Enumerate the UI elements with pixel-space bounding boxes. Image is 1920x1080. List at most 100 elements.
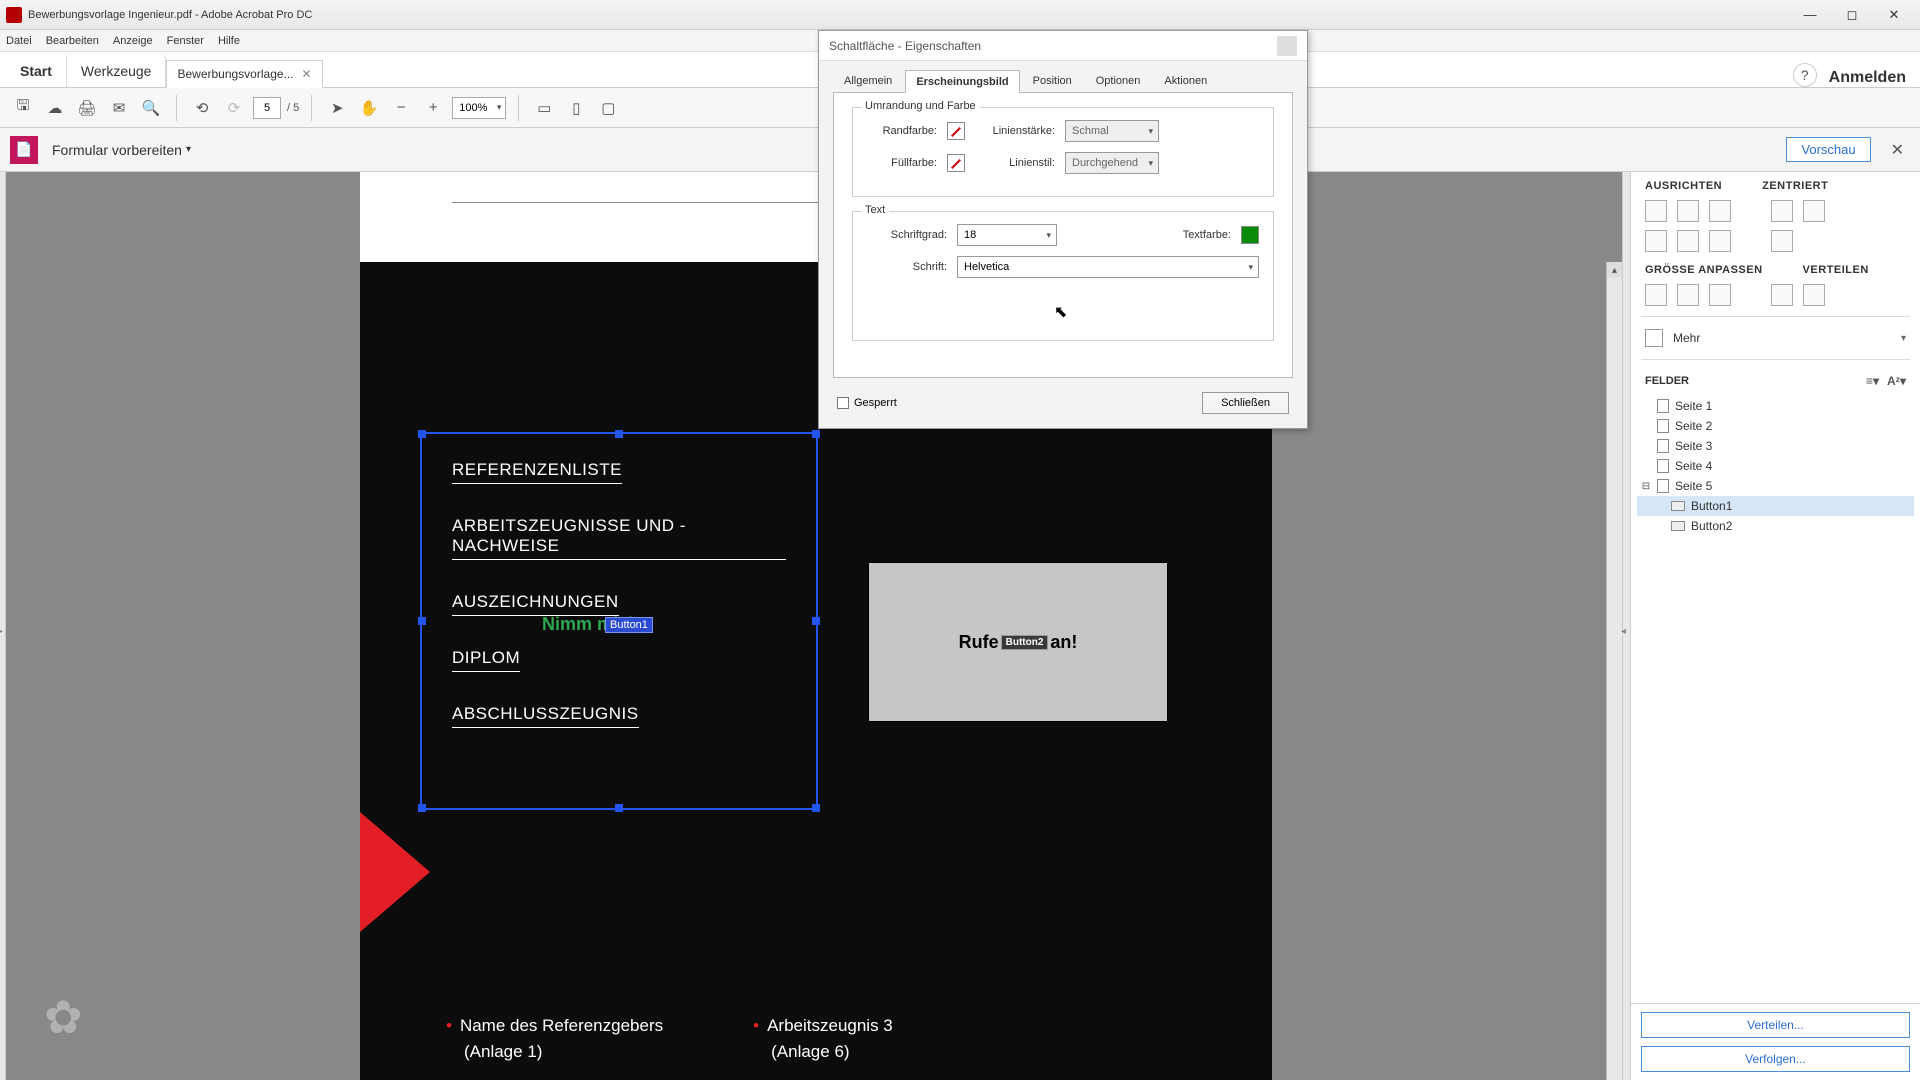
save-icon[interactable]: 🖫: [10, 95, 36, 121]
menu-fenster[interactable]: Fenster: [167, 35, 204, 47]
fit-width-icon[interactable]: ▭: [531, 95, 557, 121]
tree-page[interactable]: ⊟Seite 5: [1637, 476, 1914, 496]
resize-handle[interactable]: [812, 617, 820, 625]
sort-az-icon[interactable]: Aᶻ▾: [1887, 374, 1906, 388]
right-nav-toggle[interactable]: [1622, 172, 1630, 1080]
button2-caption-pre: Rufe: [959, 632, 999, 653]
fit-page-icon[interactable]: ▯: [563, 95, 589, 121]
dialog-close-icon[interactable]: [1277, 36, 1297, 56]
select-tool-icon[interactable]: ➤: [324, 95, 350, 121]
resize-handle[interactable]: [418, 804, 426, 812]
page-total: / 5: [287, 102, 299, 114]
page-down-icon[interactable]: ⟳: [221, 95, 247, 121]
zoom-combo[interactable]: 100%: [452, 97, 506, 119]
tab-erscheinungsbild[interactable]: Erscheinungsbild: [905, 70, 1019, 93]
align-top-icon[interactable]: [1645, 230, 1667, 252]
preview-button[interactable]: Vorschau: [1786, 137, 1870, 162]
center-both-icon[interactable]: [1771, 230, 1793, 252]
fieldset-text: Text Schriftgrad: 18 Textfarbe: Schrift:…: [852, 211, 1274, 341]
dialog-title: Schaltfläche - Eigenschaften: [829, 39, 981, 53]
match-height-icon[interactable]: [1677, 284, 1699, 306]
line-thickness-combo[interactable]: Schmal: [1065, 120, 1159, 142]
app-icon: [6, 7, 22, 23]
dialog-title-bar[interactable]: Schaltfläche - Eigenschaften: [819, 31, 1307, 61]
align-left-icon[interactable]: [1645, 200, 1667, 222]
fit-visible-icon[interactable]: ▢: [595, 95, 621, 121]
list-item: ARBEITSZEUGNISSE UND -NACHWEISE: [452, 516, 786, 560]
text-color-swatch[interactable]: [1241, 226, 1259, 244]
print-icon[interactable]: 🖨: [74, 95, 100, 121]
cloud-icon[interactable]: ☁: [42, 95, 68, 121]
menu-hilfe[interactable]: Hilfe: [218, 35, 240, 47]
page-input[interactable]: [253, 97, 281, 119]
fill-color-swatch[interactable]: [947, 154, 965, 172]
tab-allgemein[interactable]: Allgemein: [833, 69, 903, 92]
line-style-combo[interactable]: Durchgehend: [1065, 152, 1159, 174]
list-item: REFERENZENLISTE: [452, 460, 622, 484]
verfolgen-button[interactable]: Verfolgen...: [1641, 1046, 1910, 1072]
tab-position[interactable]: Position: [1022, 69, 1083, 92]
red-triangle-graphic: [360, 812, 430, 932]
align-middle-icon[interactable]: [1677, 230, 1699, 252]
dialog-close-button[interactable]: Schließen: [1202, 392, 1289, 414]
vertical-scrollbar[interactable]: ▴: [1606, 262, 1622, 1080]
distribute-h-icon[interactable]: [1771, 284, 1793, 306]
form-tool-title[interactable]: Formular vorbereiten▾: [52, 142, 191, 158]
resize-handle[interactable]: [418, 617, 426, 625]
match-width-icon[interactable]: [1645, 284, 1667, 306]
tree-field-button2[interactable]: Button2: [1637, 516, 1914, 536]
page-up-icon[interactable]: ⟲: [189, 95, 215, 121]
scroll-up-icon[interactable]: ▴: [1607, 262, 1622, 278]
form-field-button1[interactable]: REFERENZENLISTE ARBEITSZEUGNISSE UND -NA…: [420, 432, 818, 810]
tree-page[interactable]: Seite 1: [1637, 396, 1914, 416]
mail-icon[interactable]: ✉: [106, 95, 132, 121]
tab-werkzeuge[interactable]: Werkzeuge: [67, 55, 167, 87]
border-color-swatch[interactable]: [947, 122, 965, 140]
resize-handle[interactable]: [615, 430, 623, 438]
close-window-button[interactable]: ✕: [1874, 4, 1914, 26]
tab-optionen[interactable]: Optionen: [1085, 69, 1152, 92]
center-h-icon[interactable]: [1771, 200, 1793, 222]
distribute-v-icon[interactable]: [1803, 284, 1825, 306]
label-schrift: Schrift:: [867, 261, 947, 273]
zoom-in-icon[interactable]: +: [420, 95, 446, 121]
resize-handle[interactable]: [615, 804, 623, 812]
menu-anzeige[interactable]: Anzeige: [113, 35, 153, 47]
align-bottom-icon[interactable]: [1709, 230, 1731, 252]
search-icon[interactable]: 🔍: [138, 95, 164, 121]
maximize-button[interactable]: ◻: [1832, 4, 1872, 26]
tab-start[interactable]: Start: [6, 55, 67, 87]
signin-link[interactable]: Anmelden: [1829, 69, 1906, 87]
tree-page[interactable]: Seite 4: [1637, 456, 1914, 476]
tree-field-button1[interactable]: Button1: [1637, 496, 1914, 516]
form-toolbar-close-icon[interactable]: ✕: [1885, 140, 1910, 160]
locked-checkbox[interactable]: Gesperrt: [837, 397, 897, 409]
resize-handle[interactable]: [418, 430, 426, 438]
menu-bearbeiten[interactable]: Bearbeiten: [46, 35, 99, 47]
section-ausrichten: AUSRICHTEN: [1645, 180, 1722, 192]
document-tab-close-icon[interactable]: ✕: [302, 67, 312, 81]
help-icon[interactable]: ?: [1793, 63, 1817, 87]
zoom-out-icon[interactable]: −: [388, 95, 414, 121]
form-field-button2[interactable]: Rufe Button2 an!: [868, 562, 1168, 722]
tab-aktionen[interactable]: Aktionen: [1153, 69, 1218, 92]
menu-datei[interactable]: Datei: [6, 35, 32, 47]
minimize-button[interactable]: —: [1790, 4, 1830, 26]
font-size-combo[interactable]: 18: [957, 224, 1057, 246]
match-both-icon[interactable]: [1709, 284, 1731, 306]
align-center-icon[interactable]: [1677, 200, 1699, 222]
sort-icon[interactable]: ≡▾: [1866, 374, 1879, 388]
document-tab[interactable]: Bewerbungsvorlage... ✕: [166, 60, 322, 88]
tree-page[interactable]: Seite 3: [1637, 436, 1914, 456]
more-menu[interactable]: Mehr ▾: [1631, 323, 1920, 353]
hand-tool-icon[interactable]: ✋: [356, 95, 382, 121]
tree-page[interactable]: Seite 2: [1637, 416, 1914, 436]
resize-handle[interactable]: [812, 804, 820, 812]
align-right-icon[interactable]: [1709, 200, 1731, 222]
document-area[interactable]: ✿ REFERENZENLISTE ARBEITSZEUGNISSE UND -…: [6, 172, 1622, 1080]
center-v-icon[interactable]: [1803, 200, 1825, 222]
resize-handle[interactable]: [812, 430, 820, 438]
field-name-tag: Button2: [1001, 635, 1049, 650]
verteilen-button[interactable]: Verteilen...: [1641, 1012, 1910, 1038]
font-combo[interactable]: Helvetica: [957, 256, 1259, 278]
